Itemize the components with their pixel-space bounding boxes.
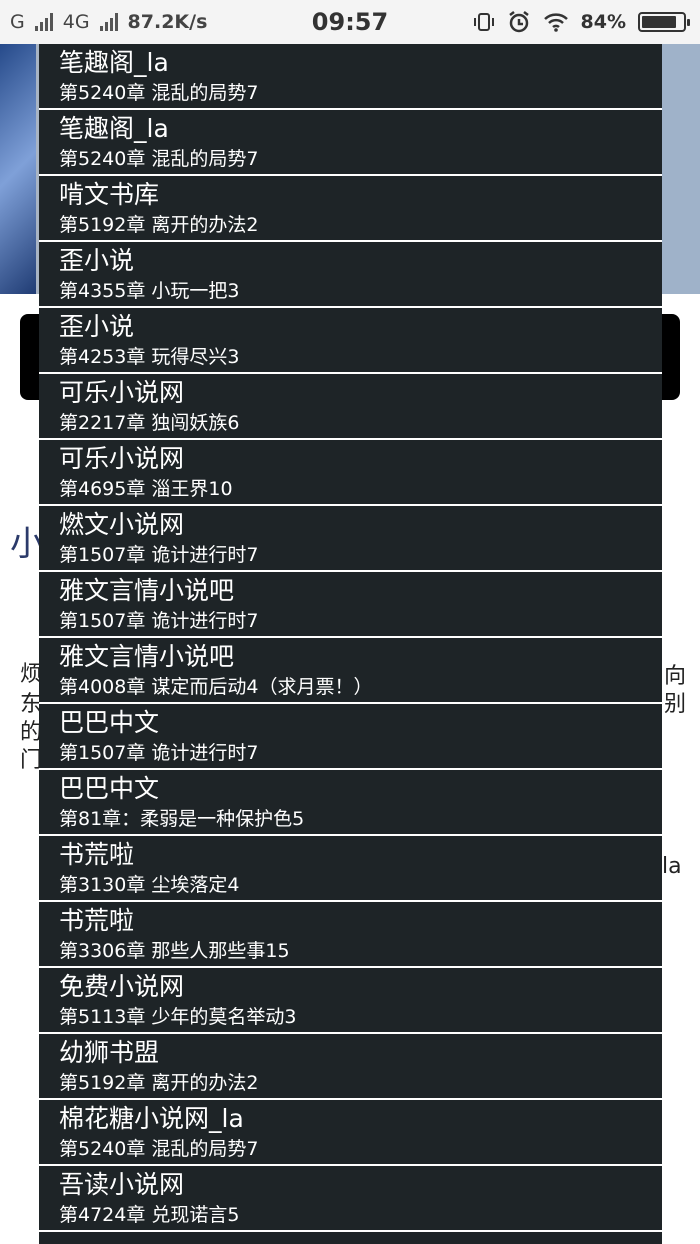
latest-chapter: 第4724章 兑现诺言5 bbox=[59, 1204, 240, 1226]
source-option[interactable]: 可乐小说网第4695章 淄王界10 bbox=[39, 440, 662, 506]
source-option[interactable] bbox=[39, 1232, 662, 1244]
source-name: 棉花糖小说网_la bbox=[59, 1104, 244, 1133]
source-option[interactable]: 巴巴中文 第1507章 诡计进行时7 bbox=[39, 704, 662, 770]
source-dropdown-list[interactable]: 笔趣阁_la 第5240章 混乱的局势7 笔趣阁_la 第5240章 混乱的局势7 … bbox=[39, 44, 662, 1244]
source-option[interactable]: 幼狮书盟第5192章 离开的办法2 bbox=[39, 1034, 662, 1100]
latest-chapter: 第5240章 混乱的局势7 bbox=[59, 82, 259, 104]
source-name: 幼狮书盟 bbox=[59, 1038, 160, 1067]
banner-image bbox=[0, 44, 36, 294]
battery-percent: 84% bbox=[580, 11, 626, 33]
battery-level bbox=[642, 16, 676, 28]
source-option[interactable]: 吾读小说网第4724章 兑现诺言5 bbox=[39, 1166, 662, 1232]
source-name: 巴巴中文 bbox=[59, 774, 160, 803]
source-name: 可乐小说网 bbox=[59, 378, 185, 407]
source-name: 吾读小说网 bbox=[59, 1170, 185, 1199]
status-right: 84% bbox=[473, 0, 690, 44]
source-option[interactable]: 啃文书库第5192章 离开的办法2 bbox=[39, 176, 662, 242]
source-option[interactable]: 燃文小说网 第1507章 诡计进行时7 bbox=[39, 506, 662, 572]
source-name: 笔趣阁_la bbox=[59, 114, 169, 143]
latest-chapter: 第4008章 谋定而后动4（求月票！） bbox=[59, 676, 373, 698]
latest-chapter: 第3130章 尘埃落定4 bbox=[59, 874, 240, 896]
source-name: 笔趣阁_la bbox=[59, 48, 169, 77]
latest-chapter: 第5240章 混乱的局势7 bbox=[59, 148, 259, 170]
source-name: 燃文小说网 bbox=[59, 510, 185, 539]
latest-chapter: 第1507章 诡计进行时7 bbox=[59, 544, 259, 566]
source-option[interactable]: 雅文言情小说吧第4008章 谋定而后动4（求月票！） bbox=[39, 638, 662, 704]
source-name: 雅文言情小说吧 bbox=[59, 642, 235, 671]
source-name: 可乐小说网 bbox=[59, 444, 185, 473]
source-option[interactable]: 免费小说网第5113章 少年的莫名举动3 bbox=[39, 968, 662, 1034]
source-option[interactable]: 巴巴中文 第81章：柔弱是一种保护色5 bbox=[39, 770, 662, 836]
latest-chapter: 第81章：柔弱是一种保护色5 bbox=[59, 808, 305, 830]
latest-chapter: 第4355章 小玩一把3 bbox=[59, 280, 240, 302]
source-name: 巴巴中文 bbox=[59, 708, 160, 737]
source-name: 歪小说 bbox=[59, 312, 135, 341]
source-name: 啃文书库 bbox=[59, 180, 160, 209]
source-option[interactable]: 棉花糖小说网_la 第5240章 混乱的局势7 bbox=[39, 1100, 662, 1166]
background-text-fragment: la bbox=[662, 854, 682, 879]
source-option[interactable]: 笔趣阁_la 第5240章 混乱的局势7 bbox=[39, 110, 662, 176]
vibrate-icon bbox=[473, 13, 494, 31]
latest-chapter: 第4253章 玩得尽兴3 bbox=[59, 346, 240, 368]
wifi-icon bbox=[543, 13, 568, 32]
source-option[interactable]: 笔趣阁_la 第5240章 混乱的局势7 bbox=[39, 44, 662, 110]
latest-chapter: 第5113章 少年的莫名举动3 bbox=[59, 1006, 297, 1028]
banner-image-right bbox=[660, 44, 700, 294]
source-name: 书荒啦 bbox=[59, 840, 135, 869]
latest-chapter: 第1507章 诡计进行时7 bbox=[59, 610, 259, 632]
latest-chapter: 第3306章 那些人那些事15 bbox=[59, 940, 290, 962]
status-bar: G 4G 87.2K/s 09:57 84% bbox=[0, 0, 700, 44]
source-name: 雅文言情小说吧 bbox=[59, 576, 235, 605]
latest-chapter: 第1507章 诡计进行时7 bbox=[59, 742, 259, 764]
source-option[interactable]: 可乐小说网第2217章 独闯妖族6 bbox=[39, 374, 662, 440]
source-option[interactable]: 雅文言情小说吧第1507章 诡计进行时7 bbox=[39, 572, 662, 638]
source-name: 歪小说 bbox=[59, 246, 135, 275]
latest-chapter: 第2217章 独闯妖族6 bbox=[59, 412, 240, 434]
source-option[interactable]: 书荒啦第3306章 那些人那些事15 bbox=[39, 902, 662, 968]
latest-chapter: 第5192章 离开的办法2 bbox=[59, 214, 259, 236]
latest-chapter: 第5192章 离开的办法2 bbox=[59, 1072, 259, 1094]
source-name: 书荒啦 bbox=[59, 906, 135, 935]
source-option[interactable]: 书荒啦第3130章 尘埃落定4 bbox=[39, 836, 662, 902]
alarm-icon bbox=[508, 11, 529, 33]
latest-chapter: 第4695章 淄王界10 bbox=[59, 478, 233, 500]
source-name: 免费小说网 bbox=[59, 972, 185, 1001]
background-text-fragment: 别 bbox=[664, 692, 687, 717]
source-option[interactable]: 歪小说第4253章 玩得尽兴3 bbox=[39, 308, 662, 374]
latest-chapter: 第5240章 混乱的局势7 bbox=[59, 1138, 259, 1160]
battery-icon bbox=[638, 12, 690, 32]
source-option[interactable]: 歪小说第4355章 小玩一把3 bbox=[39, 242, 662, 308]
